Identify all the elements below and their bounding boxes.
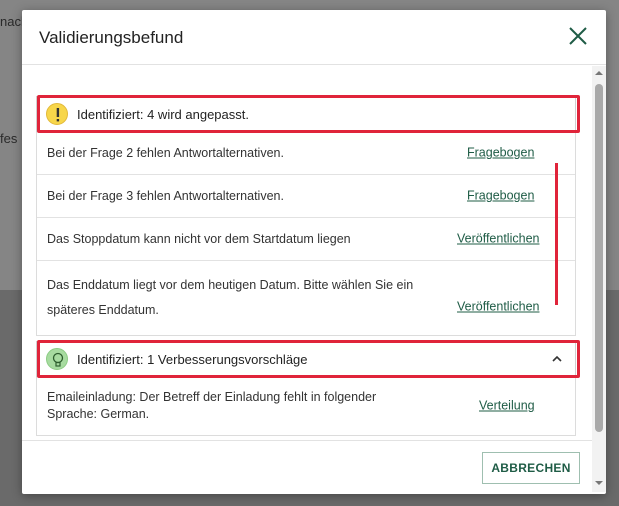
close-button[interactable]: [566, 24, 590, 48]
verteilung-link[interactable]: Verteilung: [479, 394, 535, 419]
scrollbar[interactable]: [592, 66, 606, 492]
exclamation-icon: [46, 103, 68, 125]
dialog-title: Validierungsbefund: [39, 28, 184, 47]
warnings-header: Identifiziert: 4 wird angepasst.: [36, 96, 576, 132]
background-text-mid: fes: [0, 131, 18, 146]
warnings-list: Bei der Frage 2 fehlen Antwortalternativ…: [36, 132, 576, 336]
list-item: Das Enddatum liegt vor dem heutigen Datu…: [37, 261, 575, 335]
issue-message: Bei der Frage 2 fehlen Antwortalternativ…: [47, 146, 284, 160]
suggestions-list: Emaileinladung: Der Betreff der Einladun…: [36, 377, 576, 436]
veroeffentlichen-link[interactable]: Veröffentlichen: [457, 227, 539, 252]
issue-message: Das Enddatum liegt vor dem heutigen Datu…: [47, 278, 414, 317]
dialog-header: Validierungsbefund: [22, 10, 606, 65]
issue-message: Das Stoppdatum kann nicht vor dem Startd…: [47, 232, 351, 246]
warnings-header-text: Identifiziert: 4 wird angepasst.: [77, 107, 249, 122]
scroll-up-icon[interactable]: [592, 66, 606, 80]
dialog-body: Identifiziert: 4 wird angepasst. Bei der…: [22, 66, 592, 440]
cancel-button[interactable]: ABBRECHEN: [482, 452, 580, 484]
close-icon: [569, 27, 587, 45]
lightbulb-icon: [46, 348, 68, 370]
suggestions-header[interactable]: Identifiziert: 1 Verbesserungsvorschläge: [36, 341, 576, 377]
scroll-thumb[interactable]: [595, 84, 603, 432]
veroeffentlichen-link[interactable]: Veröffentlichen: [457, 294, 539, 319]
suggestions-header-text: Identifiziert: 1 Verbesserungsvorschläge: [77, 352, 308, 367]
dialog-footer: ABBRECHEN: [22, 440, 592, 494]
fragebogen-link[interactable]: Fragebogen: [467, 141, 534, 166]
scroll-down-icon[interactable]: [592, 476, 606, 490]
fragebogen-link[interactable]: Fragebogen: [467, 184, 534, 209]
chevron-up-icon[interactable]: [549, 351, 565, 367]
validation-dialog: Validierungsbefund Identifiziert: 4 wird…: [22, 10, 606, 494]
list-item: Emaileinladung: Der Betreff der Einladun…: [37, 377, 575, 435]
highlight-links-line: [555, 163, 558, 305]
list-item: Bei der Frage 3 fehlen Antwortalternativ…: [37, 175, 575, 218]
issue-message: Bei der Frage 3 fehlen Antwortalternativ…: [47, 189, 284, 203]
issue-message: Emaileinladung: Der Betreff der Einladun…: [47, 390, 377, 421]
list-item: Das Stoppdatum kann nicht vor dem Startd…: [37, 218, 575, 261]
list-item: Bei der Frage 2 fehlen Antwortalternativ…: [37, 132, 575, 175]
